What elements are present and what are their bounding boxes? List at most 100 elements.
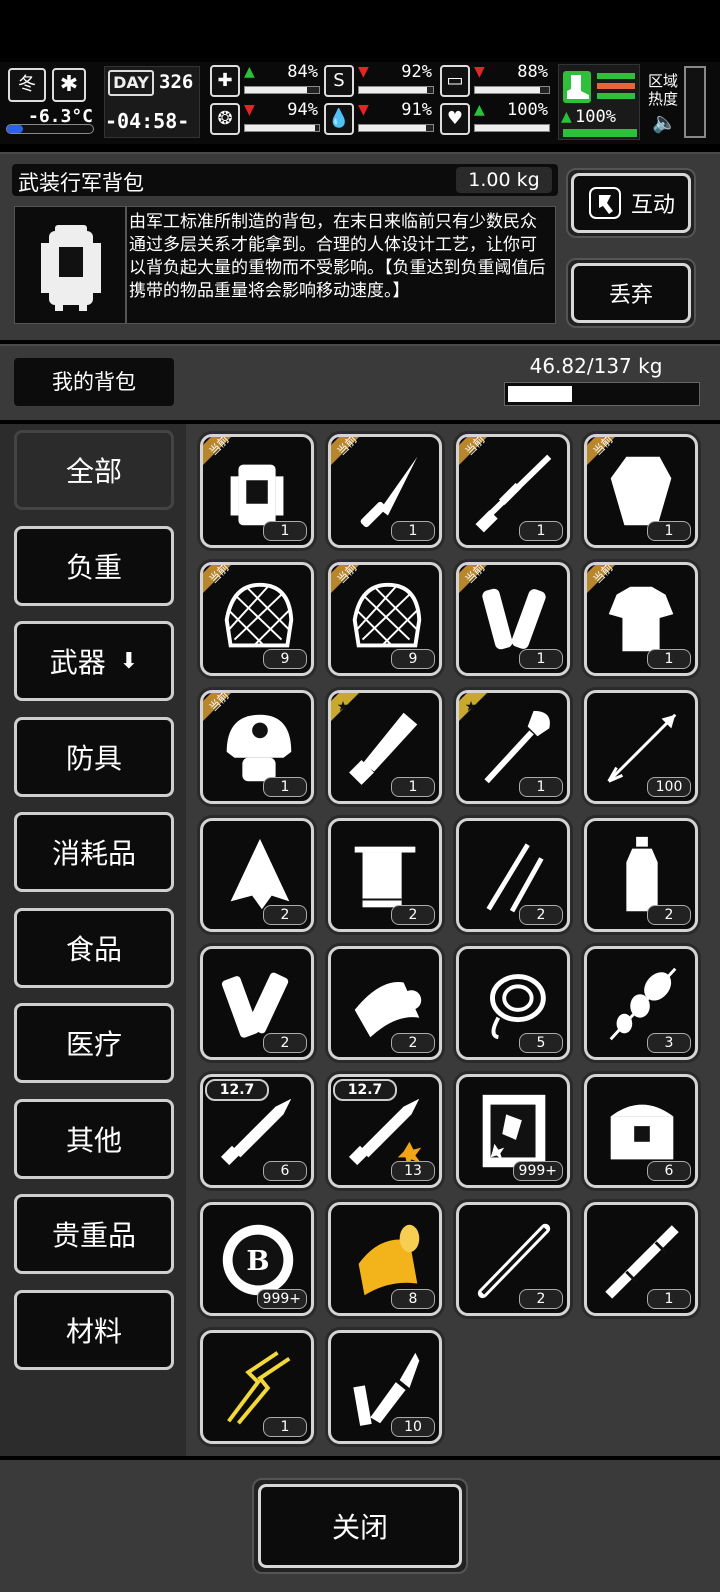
item-count: 999+ <box>512 1161 563 1181</box>
item-count: 2 <box>263 905 307 925</box>
item-slot-tactical-helmet[interactable]: 当前 1 <box>200 690 314 804</box>
item-count: 1 <box>647 1289 691 1309</box>
stat-value: 84% <box>287 62 318 82</box>
item-slot-rope[interactable]: 5 <box>456 946 570 1060</box>
item-weight: 1.00 kg <box>456 167 552 193</box>
item-slot-bandage-roll[interactable]: 2 <box>328 946 442 1060</box>
item-slot-water-bottle[interactable]: 2 <box>584 818 698 932</box>
stat-bar <box>358 124 434 132</box>
item-slot-ghillie-net[interactable]: 当前 9 <box>328 562 442 676</box>
load-bar <box>504 382 700 406</box>
category-tab-9[interactable]: 材料 <box>14 1289 174 1370</box>
season-label: 冬 <box>18 74 36 95</box>
item-slot-stamp-card[interactable]: 999+ <box>456 1074 570 1188</box>
item-preview <box>14 206 126 324</box>
trend-icon: ▲ <box>244 64 255 80</box>
status-hud: 冬 ✱ -6.3°C DAY 326 -04:58- ✚ ▲ 84% S ▼ 92% ▭ ▼ 8… <box>0 62 720 144</box>
stat-bar <box>474 124 550 132</box>
item-detail-panel: 武装行军背包 1.00 kg 由军工标准所制造的背包，在末日来临前只有少数民众通… <box>0 152 720 340</box>
boot-icon <box>563 71 591 103</box>
category-tab-1[interactable]: 负重 <box>14 525 174 606</box>
stomach-icon: S <box>324 65 354 97</box>
hand-tap-icon <box>588 187 621 219</box>
stamina-value: 100% <box>575 107 616 127</box>
item-slot-machete[interactable]: ★ 1 <box>328 690 442 804</box>
category-tab-8[interactable]: 贵重品 <box>14 1194 174 1274</box>
category-tab-6[interactable]: 医疗 <box>14 1003 174 1083</box>
item-slot-ghillie-net[interactable]: 当前 9 <box>200 562 314 676</box>
equipped-ribbon-icon: 当前 <box>331 565 360 593</box>
category-label: 贵重品 <box>51 1219 136 1252</box>
medkit-icon: ✚ <box>210 65 240 97</box>
item-slot-sniper-rifle[interactable]: 当前 1 <box>456 434 570 548</box>
item-name: 武装行军背包 <box>18 171 144 195</box>
item-slot-treasure-chest[interactable]: 6 <box>584 1074 698 1188</box>
item-count: 1 <box>519 777 563 797</box>
item-count: 13 <box>391 1161 435 1181</box>
item-count: 2 <box>263 1033 307 1053</box>
equipped-ribbon-icon: 当前 <box>203 693 232 721</box>
season-badge: 冬 <box>8 68 46 102</box>
trend-icon: ▼ <box>358 64 369 80</box>
item-slot-pipe[interactable]: 2 <box>456 1202 570 1316</box>
discard-label: 丢弃 <box>608 283 653 308</box>
brain-icon: ❂ <box>210 103 240 135</box>
trend-icon: ▼ <box>358 102 369 118</box>
stamina-bar <box>563 129 637 137</box>
svg-text:B: B <box>246 1245 269 1277</box>
caliber-badge: 12.7 <box>205 1079 269 1101</box>
item-slot-metal-rod[interactable]: 1 <box>584 1202 698 1316</box>
stat-bar <box>474 86 550 94</box>
day-label: DAY <box>108 70 154 96</box>
item-slot-arm-guards[interactable]: 当前 1 <box>456 562 570 676</box>
discard-button[interactable]: 丢弃 <box>571 263 691 323</box>
category-tab-2[interactable]: 武器 ⬇ <box>14 621 174 701</box>
stat-battery: ▭ ▼ 88% <box>440 62 552 100</box>
item-count: 9 <box>263 649 307 669</box>
category-tab-4[interactable]: 消耗品 <box>14 812 174 892</box>
item-slot-kebab[interactable]: 3 <box>584 946 698 1060</box>
item-slot-gold-wire[interactable]: 1 <box>200 1330 314 1444</box>
item-slot-tweezers[interactable]: 2 <box>456 818 570 932</box>
item-slot-gold-roll[interactable]: 8 <box>328 1202 442 1316</box>
arrow-down-icon: ⬇ <box>119 648 139 674</box>
category-label: 食品 <box>65 932 122 966</box>
item-slot-bullet[interactable]: 12.7 6 <box>200 1074 314 1188</box>
item-count: 8 <box>391 1289 435 1309</box>
item-slot-torn-cloth[interactable]: 2 <box>200 818 314 932</box>
favorite-ribbon-icon: ★ <box>459 693 487 721</box>
heart-icon: ♥ <box>440 103 470 135</box>
item-count: 10 <box>391 1417 435 1437</box>
item-slot-splint[interactable]: 2 <box>200 946 314 1060</box>
stat-value: 100% <box>507 100 548 120</box>
item-slot-shovel[interactable]: ★ 1 <box>456 690 570 804</box>
item-count: 1 <box>391 521 435 541</box>
item-slot-spearhead[interactable]: 10 <box>328 1330 442 1444</box>
item-slot-body-armor[interactable]: 当前 1 <box>584 562 698 676</box>
item-count: 6 <box>263 1161 307 1181</box>
item-slot-towel[interactable]: 2 <box>328 818 442 932</box>
item-slot-backpack[interactable]: 当前 1 <box>200 434 314 548</box>
stat-bar <box>244 124 320 132</box>
interact-button[interactable]: 互动 <box>571 173 691 233</box>
category-label: 医疗 <box>65 1028 122 1061</box>
item-name-bar: 武装行军背包 1.00 kg <box>12 164 558 196</box>
close-button[interactable]: 关闭 <box>258 1484 462 1568</box>
category-tab-3[interactable]: 防具 <box>14 716 174 797</box>
item-slot-explosive-bullet[interactable]: 12.7 13 <box>328 1074 442 1188</box>
trend-icon: ▲ <box>474 102 485 118</box>
equipped-ribbon-icon: 当前 <box>459 565 488 593</box>
category-tab-0[interactable]: 全部 <box>14 430 174 510</box>
category-tab-7[interactable]: 其他 <box>14 1098 174 1179</box>
equipped-ribbon-icon: 当前 <box>203 437 232 465</box>
item-slot-armor-plate[interactable]: 当前 1 <box>584 434 698 548</box>
speaker-icon[interactable]: 🔈 <box>652 110 677 134</box>
item-slot-arrow[interactable]: 100 <box>584 690 698 804</box>
category-tab-5[interactable]: 食品 <box>14 907 174 988</box>
item-count: 1 <box>519 649 563 669</box>
stat-brain: ❂ ▼ 94% <box>210 100 322 138</box>
item-slot-knife[interactable]: 当前 1 <box>328 434 442 548</box>
item-count: 1 <box>519 521 563 541</box>
item-slot-b-coin[interactable]: B 999+ <box>200 1202 314 1316</box>
item-count: 9 <box>391 649 435 669</box>
